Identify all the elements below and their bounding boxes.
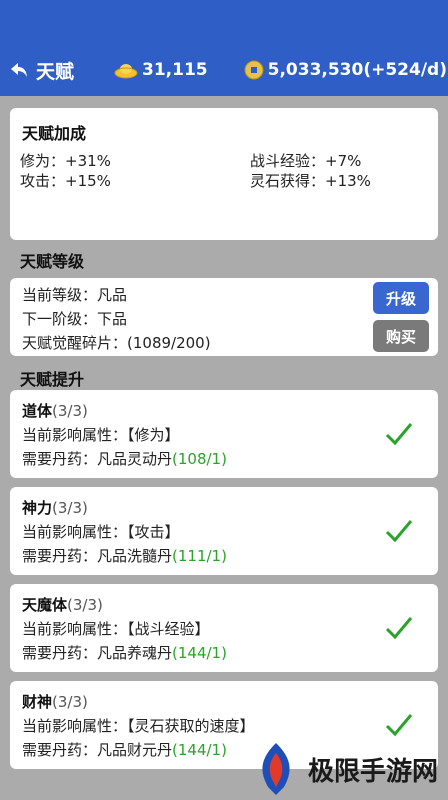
gold-ingot-icon bbox=[114, 64, 138, 79]
talent-pill-qty: (144/1) bbox=[172, 741, 227, 759]
check-icon bbox=[385, 617, 413, 640]
bonus-card: 天赋加成 修为：+31% 攻击：+15% 战斗经验：+7% 灵石获得：+13% bbox=[10, 108, 438, 240]
gold-display: 31,115 bbox=[114, 60, 208, 80]
talent-pill-qty: (108/1) bbox=[172, 450, 227, 468]
talent-pill: 需要丹药：凡品养魂丹 bbox=[22, 644, 173, 662]
talent-name: 神力(3/3) bbox=[22, 497, 88, 518]
watermark: 极限手游网 bbox=[246, 738, 446, 800]
page-title: 天赋 bbox=[36, 60, 75, 83]
talent-pill-qty: (111/1) bbox=[172, 547, 227, 565]
bonus-attack: 攻击：+15% bbox=[20, 172, 111, 190]
coin-amount: 5,033,530(+524/d) bbox=[267, 60, 447, 80]
bonus-cultivation: 修为：+31% bbox=[20, 152, 111, 170]
talent-attribute: 当前影响属性：【攻击】 bbox=[22, 523, 180, 541]
talent-card: 道体(3/3) 当前影响属性：【修为】 需要丹药：凡品灵动丹(108/1) bbox=[10, 390, 438, 478]
talent-pill: 需要丹药：凡品洗髓丹 bbox=[22, 547, 173, 565]
talent-pill: 需要丹药：凡品财元丹 bbox=[22, 741, 173, 759]
awakening-fragments: 天赋觉醒碎片：(1089/200) bbox=[22, 334, 211, 352]
back-button[interactable]: 天赋 bbox=[8, 57, 74, 84]
check-icon bbox=[385, 714, 413, 737]
talent-card: 天魔体(3/3) 当前影响属性：【战斗经验】 需要丹药：凡品养魂丹(144/1) bbox=[10, 584, 438, 672]
header-row: 天赋 31,115 5,033,530(+524/d) bbox=[0, 52, 448, 88]
spirit-coin-icon bbox=[244, 60, 264, 80]
bonus-spirit-stone: 灵石获得：+13% bbox=[250, 172, 371, 190]
talent-name-text: 神力 bbox=[22, 499, 53, 517]
gold-amount: 31,115 bbox=[142, 60, 208, 80]
upgrade-button[interactable]: 升级 bbox=[373, 282, 429, 314]
check-icon bbox=[385, 423, 413, 446]
talent-requirement: 需要丹药：凡品洗髓丹(111/1) bbox=[22, 545, 227, 566]
talent-count: (3/3) bbox=[67, 596, 103, 614]
back-arrow-icon bbox=[11, 63, 27, 77]
level-section-title: 天赋等级 bbox=[20, 252, 85, 271]
talent-requirement: 需要丹药：凡品养魂丹(144/1) bbox=[22, 642, 227, 663]
talent-name-text: 天魔体 bbox=[22, 596, 68, 614]
talent-requirement: 需要丹药：凡品财元丹(144/1) bbox=[22, 739, 227, 760]
talent-name: 财神(3/3) bbox=[22, 691, 88, 712]
talent-attribute: 当前影响属性：【灵石获取的速度】 bbox=[22, 717, 255, 735]
talent-card: 神力(3/3) 当前影响属性：【攻击】 需要丹药：凡品洗髓丹(111/1) bbox=[10, 487, 438, 575]
watermark-logo-icon bbox=[262, 743, 290, 795]
coin-display: 5,033,530(+524/d) bbox=[244, 60, 447, 80]
talent-name-text: 道体 bbox=[22, 402, 53, 420]
talent-name: 道体(3/3) bbox=[22, 400, 88, 421]
talent-count: (3/3) bbox=[52, 499, 88, 517]
talent-name-text: 财神 bbox=[22, 693, 53, 711]
current-level: 当前等级：凡品 bbox=[22, 286, 128, 304]
level-card: 当前等级：凡品 下一阶级：下品 天赋觉醒碎片：(1089/200) 升级 购买 bbox=[10, 278, 438, 356]
check-icon bbox=[385, 520, 413, 543]
talent-attribute: 当前影响属性：【修为】 bbox=[22, 426, 180, 444]
talent-requirement: 需要丹药：凡品灵动丹(108/1) bbox=[22, 448, 227, 469]
buy-button[interactable]: 购买 bbox=[373, 320, 429, 352]
bonus-battle-exp: 战斗经验：+7% bbox=[250, 152, 362, 170]
bonus-title: 天赋加成 bbox=[22, 124, 87, 143]
talent-count: (3/3) bbox=[52, 402, 88, 420]
talent-name: 天魔体(3/3) bbox=[22, 594, 103, 615]
talents-section-title: 天赋提升 bbox=[20, 370, 85, 389]
next-level: 下一阶级：下品 bbox=[22, 310, 128, 328]
top-bar: 天赋 31,115 5,033,530(+524/d) bbox=[0, 0, 448, 96]
talent-pill-qty: (144/1) bbox=[172, 644, 227, 662]
talent-pill: 需要丹药：凡品灵动丹 bbox=[22, 450, 173, 468]
talent-count: (3/3) bbox=[52, 693, 88, 711]
watermark-text: 极限手游网 bbox=[308, 756, 439, 787]
talent-attribute: 当前影响属性：【战斗经验】 bbox=[22, 620, 210, 638]
